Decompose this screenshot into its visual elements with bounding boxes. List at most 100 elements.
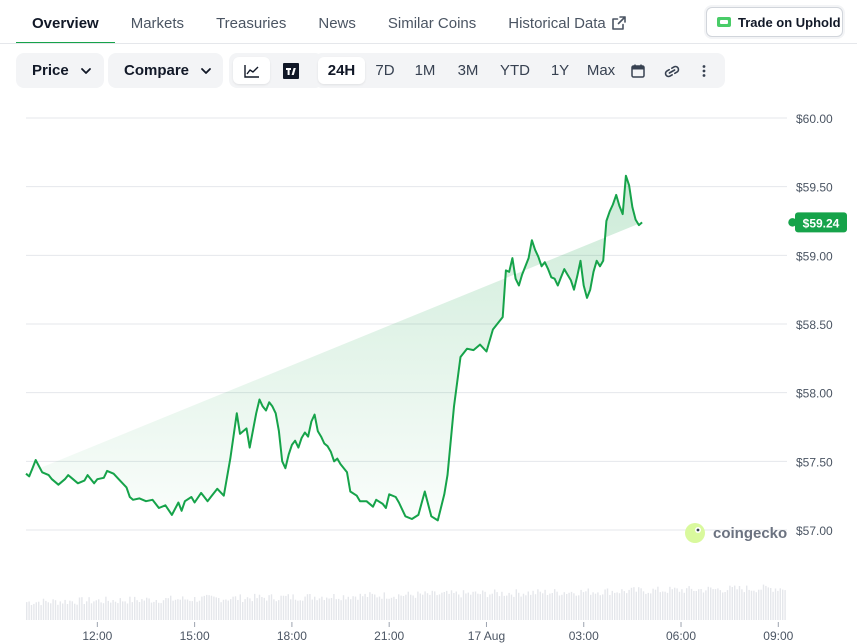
volume-bar	[441, 592, 443, 620]
volume-bar	[74, 603, 76, 620]
volume-bar	[717, 588, 719, 620]
volume-bar	[628, 589, 630, 620]
volume-bar	[626, 593, 628, 620]
volume-bar	[196, 601, 198, 620]
volume-bar	[302, 600, 304, 620]
volume-bar	[172, 600, 174, 620]
volume-bar	[640, 588, 642, 620]
volume-bar	[726, 590, 729, 620]
x-tick-label: 06:00	[666, 629, 696, 643]
y-tick-label: $60.00	[796, 112, 833, 126]
volume-bar	[431, 590, 433, 620]
volume-bar	[604, 589, 606, 620]
volume-bar	[165, 598, 167, 620]
volume-bar	[170, 595, 172, 620]
volume-bar	[333, 594, 335, 620]
volume-bar	[719, 590, 721, 620]
volume-bar	[681, 589, 683, 620]
volume-bar	[119, 598, 121, 620]
volume-bar	[81, 597, 83, 620]
volume-bar	[664, 591, 666, 620]
volume-bar	[551, 593, 553, 620]
volume-bar	[568, 592, 570, 620]
volume-bar	[755, 592, 757, 620]
volume-bar	[297, 600, 299, 620]
volume-bar	[378, 596, 381, 620]
volume-bar	[518, 592, 520, 620]
volume-bar	[213, 596, 215, 620]
volume-bar	[414, 597, 417, 620]
volume-bar	[359, 593, 361, 620]
volume-bar	[194, 597, 196, 620]
volume-bar	[405, 594, 407, 620]
volume-bar	[242, 602, 244, 620]
volume-bar	[326, 597, 328, 620]
volume-bar	[438, 594, 441, 620]
volume-bar	[232, 596, 234, 620]
volume-bar	[234, 596, 237, 620]
volume-bar	[585, 591, 587, 620]
volume-bar	[64, 599, 66, 620]
volume-bar	[366, 597, 369, 620]
volume-bar	[191, 601, 193, 620]
volume-bar	[280, 595, 282, 620]
volume-bar	[90, 603, 93, 620]
volume-bar	[57, 604, 59, 620]
x-tick-label: 15:00	[180, 629, 210, 643]
volume-bar	[743, 592, 745, 620]
volume-bar	[38, 601, 40, 620]
volume-bar	[294, 599, 297, 620]
volume-bar	[758, 589, 760, 620]
volume-bar	[738, 586, 741, 620]
volume-bar	[249, 598, 251, 620]
volume-bar	[467, 592, 469, 620]
volume-bar	[556, 591, 558, 620]
volume-bar	[206, 594, 208, 620]
volume-bar	[506, 595, 508, 620]
volume-bar	[774, 588, 777, 620]
volume-bar	[189, 600, 191, 620]
volume-bar	[748, 589, 750, 620]
volume-bar	[306, 594, 309, 620]
volume-bar	[777, 590, 779, 620]
volume-bar	[746, 585, 748, 620]
volume-bar	[573, 593, 575, 620]
volume-bar	[362, 596, 364, 620]
volume-bar	[98, 599, 100, 620]
volume-bar	[426, 593, 429, 620]
volume-bar	[510, 594, 513, 620]
volume-bar	[146, 597, 148, 620]
volume-bar	[352, 596, 354, 620]
volume-bar	[174, 599, 177, 620]
volume-bar	[657, 586, 659, 620]
volume-bar	[321, 596, 323, 620]
volume-bar	[364, 593, 366, 620]
volume-bar	[285, 595, 287, 620]
volume-bar	[150, 602, 153, 620]
volume-bar	[304, 596, 306, 620]
volume-bar	[602, 594, 604, 620]
volume-bar	[662, 591, 664, 620]
volume-bar	[729, 585, 731, 620]
volume-bar	[318, 598, 321, 620]
volume-bar	[376, 597, 378, 620]
y-tick-label: $59.00	[796, 249, 833, 263]
volume-bar	[635, 591, 637, 620]
volume-bar	[345, 599, 347, 620]
volume-bar	[347, 596, 349, 620]
volume-bar	[575, 595, 577, 620]
volume-bar	[554, 589, 556, 620]
volume-bar	[88, 597, 90, 620]
volume-bar	[143, 600, 145, 620]
volume-bar	[482, 590, 484, 620]
volume-bar	[155, 600, 157, 620]
volume-bar	[266, 600, 268, 620]
volume-bar	[184, 599, 186, 620]
volume-bar	[66, 604, 69, 620]
price-area	[26, 175, 643, 521]
volume-bar	[275, 601, 277, 620]
volume-bar	[256, 598, 258, 620]
volume-bar	[59, 601, 61, 620]
volume-bar	[410, 594, 412, 620]
volume-bar	[203, 595, 205, 620]
